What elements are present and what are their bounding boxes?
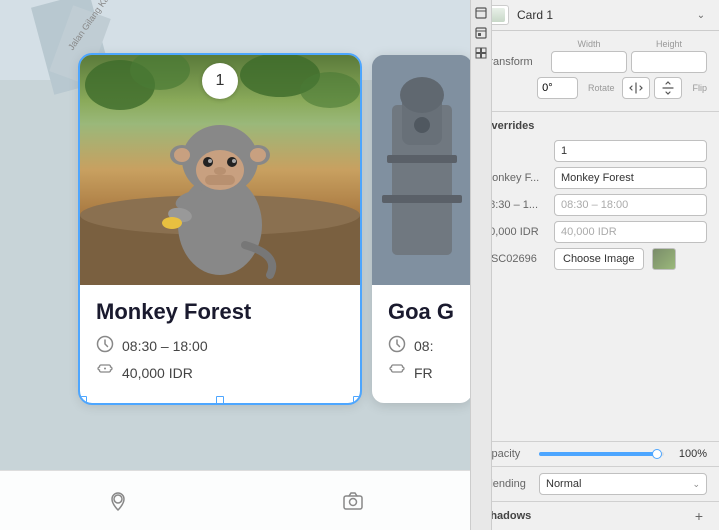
rotate-field[interactable]: 0° xyxy=(537,77,578,99)
blending-row: Blending Normal ⌄ xyxy=(483,473,707,495)
nav-icon-location[interactable] xyxy=(103,486,133,516)
resize-handle-bl[interactable] xyxy=(80,396,87,403)
card-1-body: Monkey Forest 08:30 – 18:00 xyxy=(80,285,360,403)
bottom-navigation xyxy=(0,470,470,530)
card-1-price: 40,000 IDR xyxy=(122,365,193,381)
card-2-title: Goa G xyxy=(388,299,456,325)
resize-handle-bm[interactable] xyxy=(216,396,224,403)
override-key-1: 1 xyxy=(483,145,548,157)
opacity-slider-fill xyxy=(539,452,658,456)
left-toolbar xyxy=(470,0,492,530)
opacity-slider-thumb[interactable] xyxy=(652,449,662,459)
clock-icon-1 xyxy=(96,335,114,356)
flip-v-button[interactable] xyxy=(654,77,682,99)
goa-svg xyxy=(372,55,470,285)
opacity-slider[interactable] xyxy=(539,452,664,456)
override-value-4[interactable]: 40,000 IDR xyxy=(554,221,707,243)
override-row-3: 08:30 – 1... 08:30 – 18:00 xyxy=(483,194,707,216)
right-panel: Card 1 ⌄ Width Height Transform 0° Rotat… xyxy=(470,0,719,530)
toolbar-icon-2[interactable] xyxy=(472,24,490,42)
transform-rotate-row: 0° Rotate Flip xyxy=(483,77,707,99)
card-2-body: Goa G 08: FR xyxy=(372,285,470,403)
ticket-icon-1 xyxy=(96,362,114,383)
opacity-section: Opacity 100% xyxy=(471,441,719,467)
flip-h-button[interactable] xyxy=(622,77,650,99)
card-1-title: Monkey Forest xyxy=(96,299,344,325)
overrides-title: Overrides xyxy=(483,120,707,132)
component-selector[interactable]: Card 1 ⌄ xyxy=(471,0,719,31)
transform-label: Transform xyxy=(483,56,543,68)
width-col-label: Width xyxy=(551,39,627,49)
card-1-price-row: 40,000 IDR xyxy=(96,362,344,383)
card-2-time: 08: xyxy=(414,338,433,354)
override-row-5: DSC02696 Choose Image xyxy=(483,248,707,270)
flip-buttons xyxy=(622,77,682,99)
transform-dimensions-row: Transform xyxy=(483,51,707,73)
choose-image-button[interactable]: Choose Image xyxy=(554,248,644,270)
goa-image xyxy=(372,55,470,285)
transform-inputs xyxy=(551,51,707,73)
width-field[interactable] xyxy=(551,51,627,73)
blending-value: Normal xyxy=(546,478,581,490)
opacity-row: Opacity 100% xyxy=(483,448,707,460)
flip-text-label: Flip xyxy=(692,83,707,93)
card-1-time: 08:30 – 18:00 xyxy=(122,338,208,354)
card-2-price-row: FR xyxy=(388,362,456,383)
card-2-image xyxy=(372,55,470,285)
transform-section: Width Height Transform 0° Rotate xyxy=(471,31,719,112)
component-dropdown-arrow[interactable]: ⌄ xyxy=(693,7,709,23)
component-name: Card 1 xyxy=(517,8,685,22)
nav-icon-camera[interactable] xyxy=(338,486,368,516)
ticket-icon-2 xyxy=(388,362,406,383)
card-2-price: FR xyxy=(414,365,433,381)
blending-dropdown-arrow: ⌄ xyxy=(692,479,700,490)
canvas: Jalan Gilang Ka... 1 xyxy=(0,0,470,530)
override-value-2[interactable]: Monkey Forest xyxy=(554,167,707,189)
cards-container: 1 xyxy=(80,55,470,403)
shadows-add-button[interactable]: + xyxy=(691,508,707,524)
rotate-text-label: Rotate xyxy=(588,83,615,93)
card-2[interactable]: Goa G 08: FR xyxy=(372,55,470,403)
blending-section: Blending Normal ⌄ xyxy=(471,467,719,502)
card-badge: 1 xyxy=(202,63,238,99)
override-key-3: 08:30 – 1... xyxy=(483,199,548,211)
card-2-time-row: 08: xyxy=(388,335,456,356)
card-1-time-row: 08:30 – 18:00 xyxy=(96,335,344,356)
height-field[interactable] xyxy=(631,51,707,73)
blending-select[interactable]: Normal ⌄ xyxy=(539,473,707,495)
toolbar-icon-3[interactable] xyxy=(472,44,490,62)
clock-icon-2 xyxy=(388,335,406,356)
override-key-5: DSC02696 xyxy=(483,253,548,265)
override-key-4: 40,000 IDR xyxy=(483,226,548,238)
toolbar-icon-1[interactable] xyxy=(472,4,490,22)
overrides-section: Overrides 1 1 Monkey F... Monkey Forest … xyxy=(471,112,719,441)
override-value-3[interactable]: 08:30 – 18:00 xyxy=(554,194,707,216)
override-key-2: Monkey F... xyxy=(483,172,548,184)
override-value-1[interactable]: 1 xyxy=(554,140,707,162)
image-preview-thumbnail xyxy=(652,248,676,270)
opacity-value: 100% xyxy=(672,448,707,460)
height-col-label: Height xyxy=(631,39,707,49)
shadows-section: Shadows + xyxy=(471,502,719,530)
override-row-4: 40,000 IDR 40,000 IDR xyxy=(483,221,707,243)
override-row-1: 1 1 xyxy=(483,140,707,162)
transform-col-labels: Width Height xyxy=(551,39,707,49)
override-row-2: Monkey F... Monkey Forest xyxy=(483,167,707,189)
card-1[interactable]: 1 xyxy=(80,55,360,403)
resize-handle-br[interactable] xyxy=(353,396,360,403)
